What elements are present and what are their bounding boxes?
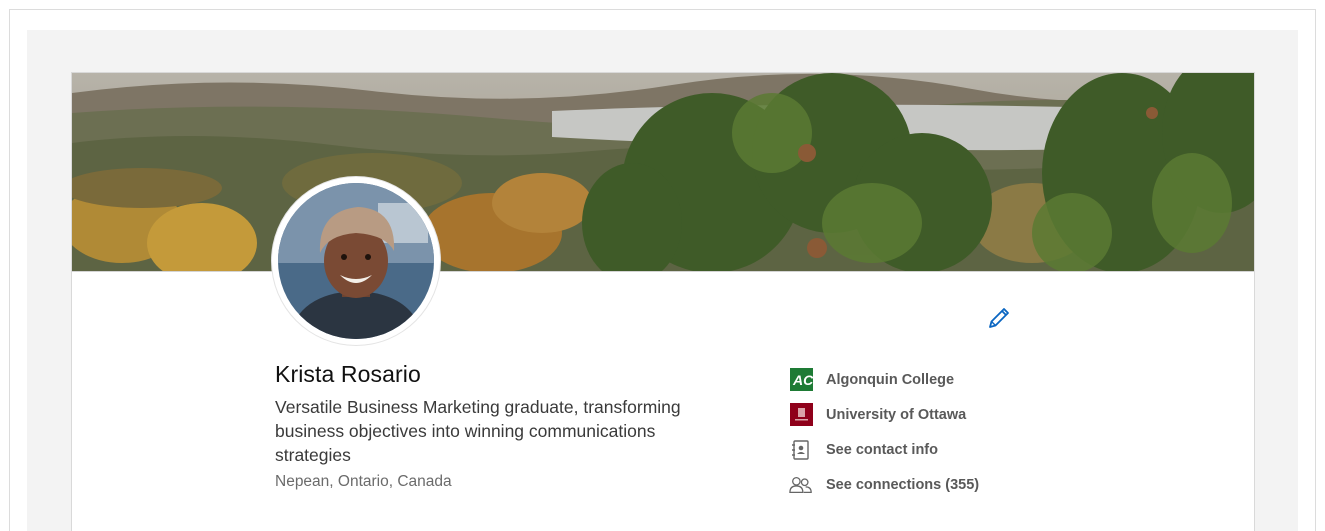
- edit-profile-button[interactable]: [984, 303, 1014, 333]
- cover-photo: [72, 73, 1254, 272]
- contact-info-label: See contact info: [826, 441, 938, 458]
- algonquin-college-logo: AC: [789, 368, 813, 392]
- avatar-image: [278, 183, 434, 339]
- profile-location: Nepean, Ontario, Canada: [275, 473, 452, 490]
- pencil-icon: [989, 308, 1009, 328]
- connections-label: See connections (355): [826, 476, 980, 493]
- education-uottawa-link[interactable]: University of Ottawa: [789, 397, 979, 432]
- svg-text:AC: AC: [792, 372, 813, 388]
- profile-card: Krista Rosario Versatile Business Market…: [71, 72, 1255, 531]
- education-algonquin-link[interactable]: AC Algonquin College: [789, 362, 979, 397]
- connections-link[interactable]: See connections (355): [789, 467, 979, 502]
- education-2-label: University of Ottawa: [826, 406, 967, 423]
- contact-info-link[interactable]: See contact info: [789, 432, 979, 467]
- contact-card-icon: [789, 438, 813, 462]
- profile-name: Krista Rosario: [275, 361, 421, 387]
- people-icon: [789, 473, 813, 497]
- profile-side-links: AC Algonquin College University of Ottaw…: [789, 362, 979, 502]
- profile-photo[interactable]: [272, 177, 440, 345]
- university-of-ottawa-logo: [789, 403, 813, 427]
- education-1-label: Algonquin College: [826, 371, 955, 388]
- profile-headline: Versatile Business Marketing graduate, t…: [275, 397, 681, 465]
